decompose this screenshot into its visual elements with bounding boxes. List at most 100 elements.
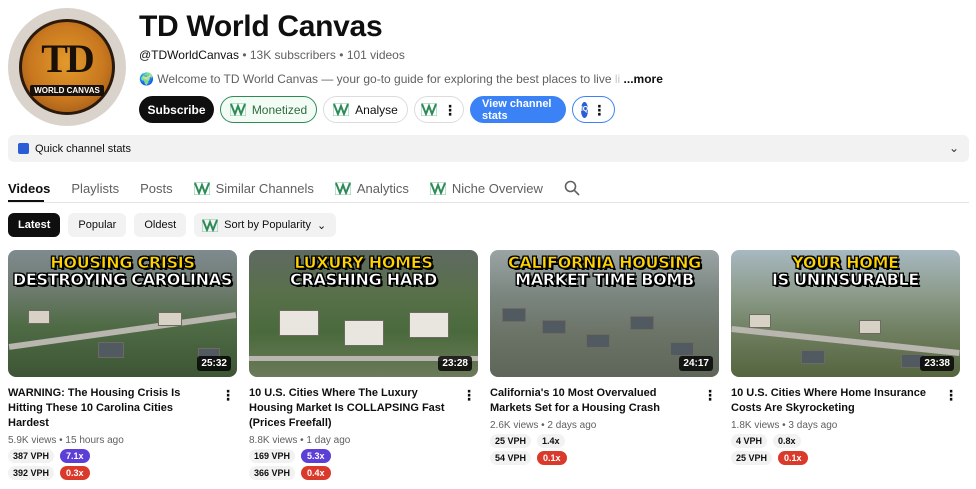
multiplier-badge: 0.8x — [773, 434, 801, 448]
tab-similar-channels[interactable]: Similar Channels — [193, 177, 314, 199]
video-thumbnail[interactable]: CALIFORNIA HOUSING MARKET TIME BOMB 24:1… — [490, 250, 719, 377]
multiplier-badge: 0.4x — [301, 466, 331, 480]
vidiq-icon — [193, 181, 211, 196]
video-card[interactable]: CALIFORNIA HOUSING MARKET TIME BOMB 24:1… — [490, 250, 719, 480]
tab-videos[interactable]: Videos — [8, 177, 50, 199]
upload-age: 15 hours ago — [65, 435, 124, 446]
upload-age: 3 days ago — [788, 420, 838, 431]
search-icon — [564, 180, 580, 196]
tab-niche-overview[interactable]: Niche Overview — [429, 177, 543, 199]
quick-stats-label: Quick channel stats — [35, 142, 131, 155]
thumb-house — [344, 320, 384, 346]
vph-value: 387 VPH — [8, 449, 55, 463]
channel-meta: @TDWorldCanvas • 13K subscribers • 101 v… — [139, 48, 405, 62]
vph-row-2: 366 VPH 0.4x — [249, 466, 478, 480]
video-thumbnail[interactable]: LUXURY HOMES CRASHING HARD 23:28 — [249, 250, 478, 377]
search-button[interactable] — [564, 177, 580, 199]
filter-oldest[interactable]: Oldest — [134, 213, 187, 237]
filter-latest[interactable]: Latest — [8, 213, 61, 237]
monetized-label: Monetized — [251, 102, 308, 117]
video-card[interactable]: YOUR HOME IS UNINSURABLE 23:38 10 U.S. C… — [731, 250, 960, 480]
more-vert-icon[interactable]: ⋮ — [462, 387, 476, 404]
video-title[interactable]: California's 10 Most Overvalued Markets … — [490, 386, 695, 416]
avatar-logo-subtext: WORLD CANVAS — [30, 84, 104, 96]
analyse-button[interactable]: Analyse — [323, 96, 408, 123]
tab-playlists[interactable]: Playlists — [71, 177, 119, 199]
thumb-house — [749, 314, 771, 328]
description-more-link[interactable]: ...more — [624, 72, 663, 86]
filter-popular[interactable]: Popular — [68, 213, 127, 237]
video-title[interactable]: 10 U.S. Cities Where Home Insurance Cost… — [731, 386, 936, 416]
video-grid: HOUSING CRISIS DESTROYING CAROLINAS 25:3… — [8, 250, 960, 480]
more-vert-icon[interactable]: ⋮ — [703, 387, 717, 404]
multiplier-badge: 0.3x — [60, 466, 90, 480]
tab-similar-channels-label: Similar Channels — [215, 180, 314, 196]
sort-label: Sort by Popularity — [224, 219, 311, 231]
vph-row-1: 25 VPH 1.4x — [490, 434, 719, 448]
vidiq-menu-button[interactable]: ⋮ — [414, 96, 464, 123]
tab-posts[interactable]: Posts — [140, 177, 173, 199]
vidiq-icon — [429, 181, 447, 196]
chevron-down-icon[interactable]: ⌄ — [949, 141, 959, 155]
more-vert-icon[interactable]: ⋮ — [221, 387, 235, 404]
video-filters: Latest Popular Oldest Sort by Popularity… — [8, 213, 337, 237]
chevron-down-icon: ⌄ — [316, 219, 327, 232]
vph-value: 169 VPH — [249, 449, 296, 463]
vph-row-2: 25 VPH 0.1x — [731, 451, 960, 465]
video-card[interactable]: HOUSING CRISIS DESTROYING CAROLINAS 25:3… — [8, 250, 237, 480]
channel-action-row: Subscribe Monetized Analyse ⋮ View chann… — [139, 96, 615, 123]
upload-age: 1 day ago — [306, 435, 351, 446]
view-count: 1.8K views — [731, 420, 780, 431]
vph-value: 25 VPH — [731, 451, 773, 465]
video-title[interactable]: WARNING: The Housing Crisis Is Hitting T… — [8, 386, 213, 431]
description-text: 🌍 Welcome to TD World Canvas — your go-t… — [139, 72, 612, 86]
more-vert-icon: ⋮ — [592, 101, 607, 118]
vph-value: 392 VPH — [8, 466, 55, 480]
view-count: 8.8K views — [249, 435, 298, 446]
caption-line-2: DESTROYING CAROLINAS — [12, 270, 233, 289]
vph-value: 4 VPH — [731, 434, 768, 448]
channel-handle: @TDWorldCanvas — [139, 48, 239, 62]
subscribe-button[interactable]: Subscribe — [139, 96, 214, 123]
view-count: 2.6K views — [490, 420, 539, 431]
vph-row-1: 4 VPH 0.8x — [731, 434, 960, 448]
duration-badge: 23:38 — [920, 356, 954, 371]
thumb-house — [801, 350, 825, 364]
thumb-house — [279, 310, 319, 336]
multiplier-badge: 1.4x — [537, 434, 565, 448]
video-thumbnail[interactable]: HOUSING CRISIS DESTROYING CAROLINAS 25:3… — [8, 250, 237, 377]
video-thumbnail[interactable]: YOUR HOME IS UNINSURABLE 23:38 — [731, 250, 960, 377]
video-card[interactable]: LUXURY HOMES CRASHING HARD 23:28 10 U.S.… — [249, 250, 478, 480]
more-vert-icon: ⋮ — [443, 101, 457, 118]
video-title[interactable]: 10 U.S. Cities Where The Luxury Housing … — [249, 386, 454, 431]
caption-line-2: MARKET TIME BOMB — [515, 270, 695, 289]
view-channel-stats-button[interactable]: View channel stats — [470, 96, 566, 123]
tabs-divider — [8, 202, 969, 203]
sort-dropdown[interactable]: Sort by Popularity ⌄ — [194, 213, 337, 237]
description-fade: li — [614, 72, 621, 86]
thumb-house — [158, 312, 182, 326]
more-vert-icon[interactable]: ⋮ — [944, 387, 958, 404]
thumbnail-caption: LUXURY HOMES CRASHING HARD — [249, 254, 478, 289]
vph-row-2: 392 VPH 0.3x — [8, 466, 237, 480]
thumbnail-caption: HOUSING CRISIS DESTROYING CAROLINAS — [8, 254, 237, 289]
avatar-logo-text: TD — [41, 35, 95, 81]
video-count: 101 videos — [346, 48, 405, 62]
thumb-house — [670, 342, 694, 356]
tab-posts-label: Posts — [140, 180, 173, 196]
avatar-logo: TD WORLD CANVAS — [19, 19, 115, 115]
multiplier-badge: 5.3x — [301, 449, 331, 463]
channel-avatar[interactable]: TD WORLD CANVAS — [8, 8, 126, 126]
tab-analytics[interactable]: Analytics — [334, 177, 409, 199]
thumb-house — [502, 308, 526, 322]
quick-channel-stats-bar[interactable]: Quick channel stats ⌄ — [8, 135, 969, 162]
iq-menu-button[interactable]: IQ ⋮ — [572, 96, 615, 123]
vph-value: 366 VPH — [249, 466, 296, 480]
monetized-button[interactable]: Monetized — [220, 96, 317, 123]
thumb-house — [630, 316, 654, 330]
thumb-house — [28, 310, 50, 324]
multiplier-badge: 0.1x — [537, 451, 567, 465]
caption-line-2: CRASHING HARD — [290, 270, 438, 289]
channel-tabs: Videos Playlists Posts Similar Channels … — [8, 174, 601, 202]
channel-description[interactable]: 🌍 Welcome to TD World Canvas — your go-t… — [139, 72, 663, 86]
